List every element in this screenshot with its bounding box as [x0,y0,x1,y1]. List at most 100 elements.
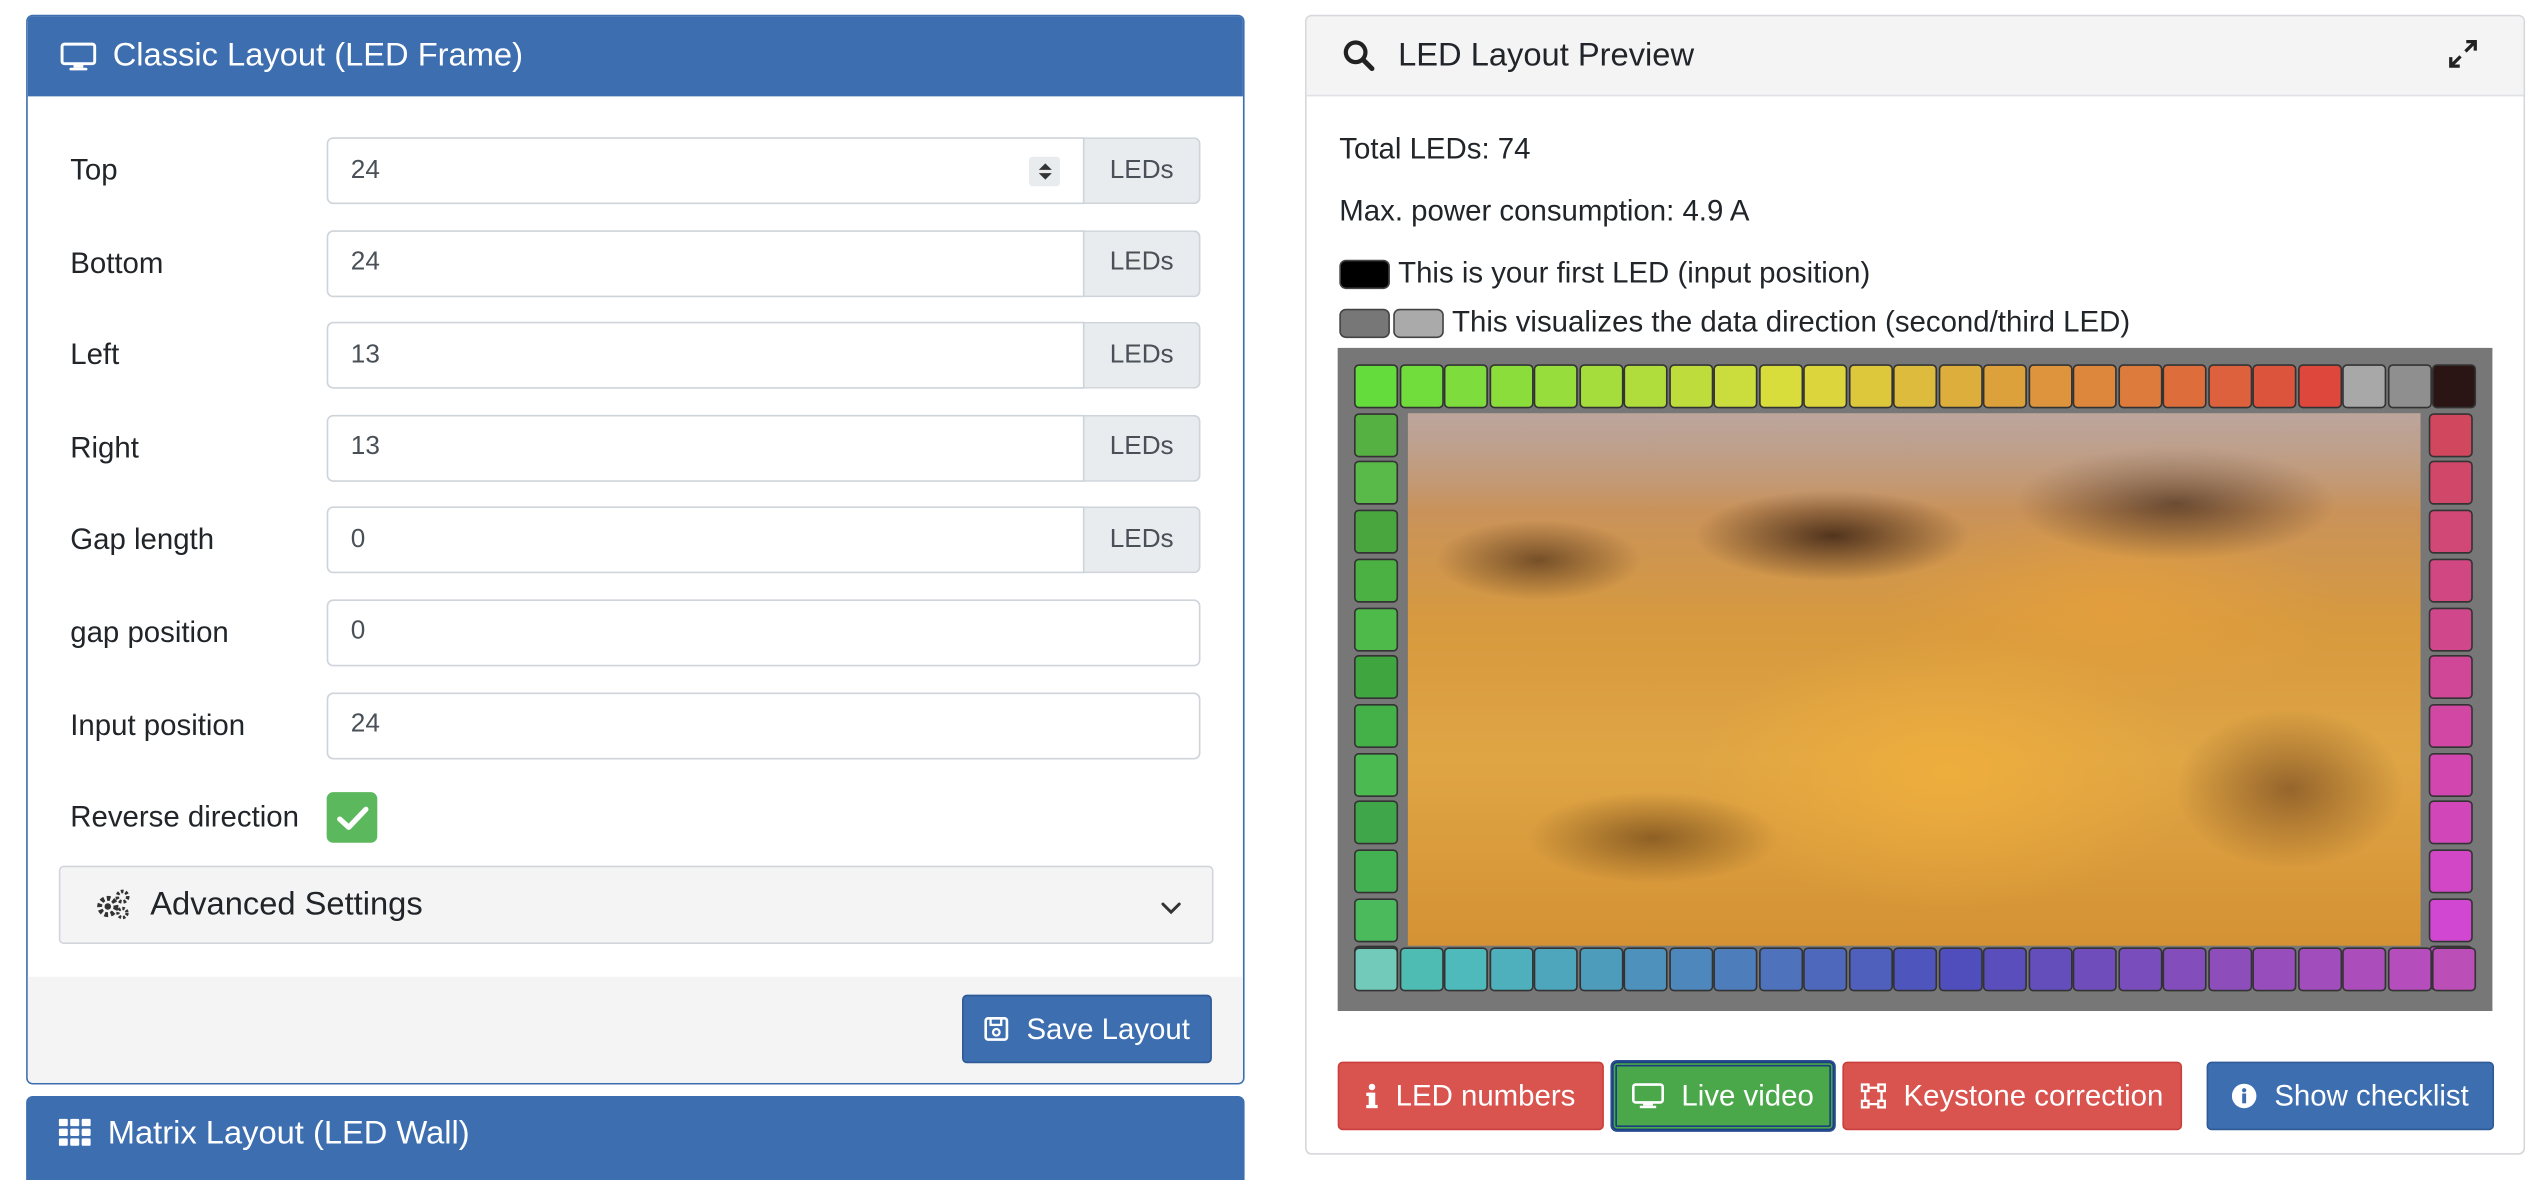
chevron-down-icon [1160,892,1183,930]
led-numbers-button[interactable]: LED numbers [1337,1061,1604,1131]
led-bottom [1982,947,2027,992]
unit-addon: LEDs [1084,506,1201,574]
top-leds-input[interactable]: 24 [326,137,1085,205]
live-video-button[interactable]: Live video [1612,1061,1835,1131]
search-icon [1343,39,1376,72]
led-left [1354,752,1399,797]
input-position-input[interactable]: 24 [326,691,1201,759]
classic-layout-header[interactable]: Classic Layout (LED Frame) [27,16,1243,97]
led-bottom [2297,947,2342,992]
field-row-gap-length: Gap length 0 LEDs [70,506,1201,574]
gears-icon [95,889,131,922]
matrix-layout-header[interactable]: Matrix Layout (LED Wall) [26,1095,1245,1180]
led-top [1982,364,2027,409]
led-bottom [1937,947,1983,992]
led-bottom [1623,947,1668,992]
led-top [1488,364,1533,409]
led-top [2431,364,2477,409]
led-right [2428,849,2473,894]
keystone-icon [1861,1083,1887,1109]
number-spinner[interactable] [1028,156,1061,187]
advanced-settings-toggle[interactable]: Advanced Settings [58,865,1214,945]
led-top [2387,364,2432,409]
led-top [2342,364,2387,409]
gap-length-input[interactable]: 0 [326,506,1085,574]
led-top [1758,364,1803,409]
led-bottom [1578,947,1623,992]
save-layout-button[interactable]: Save Layout [962,994,1212,1064]
input-value: 24 [350,710,380,739]
first-led-legend-text: This is your first LED (input position) [1398,256,1871,290]
led-top [1578,364,1623,409]
field-label: Gap length [70,523,215,556]
led-top [1398,364,1444,409]
expand-icon[interactable] [2448,39,2477,78]
classic-layout-footer: Save Layout [27,976,1243,1083]
input-value: 13 [350,340,380,369]
led-bottom [1803,947,1848,992]
input-value: 24 [350,248,380,277]
unit-addon: LEDs [1084,137,1201,205]
field-row-bottom: Bottom 24 LEDs [70,229,1201,297]
led-left [1354,703,1399,748]
live-video-frame [1407,413,2421,946]
keystone-correction-button[interactable]: Keystone correction [1842,1061,2183,1131]
led-right [2428,509,2473,554]
field-row-reverse-direction: Reverse direction [70,784,1200,851]
led-bottom [2207,947,2252,992]
led-top [1892,364,1938,409]
classic-layout-card: Classic Layout (LED Frame) Top 24 LEDs B… [26,14,1245,1085]
led-left [1354,655,1399,700]
first-led-legend: This is your first LED (input position) [1339,256,1870,290]
led-left [1354,558,1399,603]
led-top [2072,364,2117,409]
led-bottom [1848,947,1893,992]
reverse-direction-checkbox[interactable] [326,792,378,844]
show-checklist-label: Show checklist [2274,1078,2469,1112]
field-row-gap-position: gap position 0 [70,599,1201,667]
led-bottom [2431,947,2477,992]
input-value: 0 [350,525,366,554]
field-row-top: Top 24 LEDs [70,137,1201,205]
field-label: Bottom [70,245,164,279]
gap-position-input[interactable]: 0 [326,599,1201,667]
third-led-swatch [1393,307,1444,338]
led-bottom [1713,947,1758,992]
show-checklist-button[interactable]: Show checklist [2206,1061,2495,1131]
grid-icon [58,1118,92,1147]
led-top [1443,364,1488,409]
check-icon [336,806,368,830]
classic-layout-form: Top 24 LEDs Bottom 24 LEDs Left 13 LEDs … [28,96,1243,976]
bottom-leds-input[interactable]: 24 [326,229,1085,297]
save-layout-label: Save Layout [1026,1011,1190,1045]
unit-addon: LEDs [1084,229,1201,297]
led-left [1354,800,1399,845]
led-right [2428,412,2473,457]
led-top [2027,364,2072,409]
led-top [1713,364,1758,409]
led-right [2428,558,2473,603]
led-preview-canvas [1337,347,2493,1012]
second-led-swatch [1339,307,1390,338]
led-bottom [2387,947,2432,992]
led-top [1533,364,1578,409]
info-circle-icon [2232,1083,2258,1109]
direction-legend-text: This visualizes the data direction (seco… [1452,305,2131,339]
input-value: 0 [350,618,366,646]
led-top [1848,364,1893,409]
led-top [1803,364,1848,409]
led-bottom [1488,947,1533,992]
led-top [2117,364,2162,409]
led-top [2252,364,2297,409]
led-right [2428,752,2473,797]
input-value: 13 [350,433,380,462]
led-bottom [1443,947,1488,992]
field-label: gap position [70,615,229,649]
led-numbers-label: LED numbers [1395,1078,1576,1112]
keystone-correction-label: Keystone correction [1903,1078,2164,1112]
led-bottom [1758,947,1803,992]
right-leds-input[interactable]: 13 [326,414,1085,482]
matrix-layout-title: Matrix Layout (LED Wall) [107,1115,470,1152]
led-top [1623,364,1668,409]
left-leds-input[interactable]: 13 [326,322,1085,390]
